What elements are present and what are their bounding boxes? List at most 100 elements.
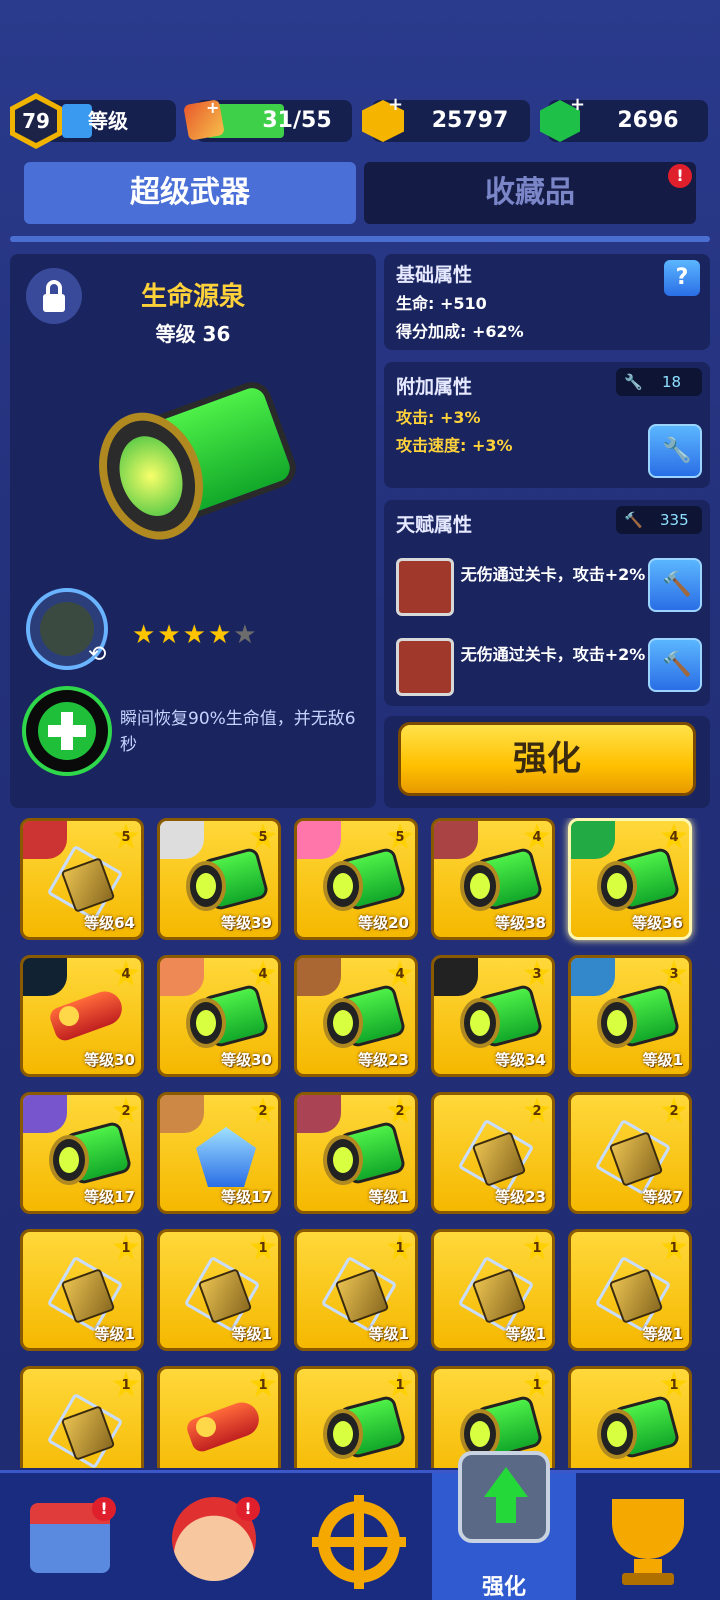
- reroll-wrench-button[interactable]: 🔧: [648, 424, 702, 478]
- card-level: 等级23: [358, 1051, 409, 1069]
- energy-add-icon[interactable]: +: [206, 98, 219, 117]
- card-level: 等级30: [84, 1051, 135, 1069]
- extra-attrs-count-pill: 🔧 18: [616, 368, 702, 396]
- blaster-icon: [593, 1118, 677, 1196]
- canister-icon: [319, 846, 407, 915]
- card-level: 等级1: [505, 1325, 546, 1343]
- extra-attrs-count: 18: [662, 373, 682, 391]
- weapon-card[interactable]: 3 等级34: [431, 955, 555, 1077]
- nav-play[interactable]: [288, 1473, 432, 1600]
- weapon-card[interactable]: 4 等级38: [431, 818, 555, 940]
- star-count-icon: 2: [387, 1097, 413, 1123]
- star-count-icon: 4: [661, 823, 687, 849]
- blaster-icon: [45, 1392, 129, 1468]
- card-level: 等级36: [632, 914, 683, 932]
- upgrade-button-label: 强化: [513, 739, 581, 779]
- weapon-card[interactable]: 1 等级1: [568, 1229, 692, 1351]
- swap-icon[interactable]: ⟲: [88, 642, 106, 667]
- card-level: 等级1: [642, 1051, 683, 1069]
- base-attr-score: 得分加成: +62%: [396, 322, 524, 341]
- card-level: 等级1: [231, 1325, 272, 1343]
- upgrade-button[interactable]: 强化: [398, 722, 696, 796]
- weapon-card[interactable]: 5 等级39: [157, 818, 281, 940]
- weapon-card[interactable]: 5 等级64: [20, 818, 144, 940]
- weapon-panel: 生命源泉 等级 36 ⟲ ★★★★★ 瞬间恢复90%生命值，并无敌6秒: [10, 254, 376, 808]
- tab-underline: [10, 236, 710, 242]
- card-level: 等级17: [221, 1188, 272, 1206]
- weapon-card[interactable]: 1: [568, 1366, 692, 1468]
- star-count-icon: 3: [661, 960, 687, 986]
- card-level: 等级20: [358, 914, 409, 932]
- blaster-icon: [319, 1255, 403, 1333]
- card-level: 等级23: [495, 1188, 546, 1206]
- weapon-name: 生命源泉: [140, 282, 245, 312]
- hammer-button-icon: 🔨: [662, 650, 692, 678]
- talent-icon: [396, 558, 454, 616]
- upgrade-arrow-icon: [458, 1451, 550, 1543]
- blaster-icon: [45, 1255, 129, 1333]
- nav-trophy[interactable]: [576, 1473, 720, 1600]
- weapon-card[interactable]: 2 等级17: [20, 1092, 144, 1214]
- hammer-button-icon: 🔨: [662, 570, 692, 598]
- weapon-card[interactable]: 4 等级23: [294, 955, 418, 1077]
- tab-collectibles-label: 收藏品: [485, 175, 575, 210]
- card-level: 等级1: [368, 1188, 409, 1206]
- star-icon: ★: [233, 620, 257, 650]
- star-icon: ★: [132, 620, 156, 650]
- skill-icon: [22, 686, 112, 776]
- nav-shop[interactable]: !: [0, 1473, 144, 1600]
- weapon-card[interactable]: 2 等级17: [157, 1092, 281, 1214]
- blaster-icon: [45, 844, 129, 922]
- talent-icon: [396, 638, 454, 696]
- talent-attrs-panel: 天赋属性 🔨 335 无伤通过关卡，攻击+2% 🔨 无伤通过关卡，攻击+2% 🔨: [384, 500, 710, 706]
- weapon-card[interactable]: 2 等级7: [568, 1092, 692, 1214]
- star-count-icon: 5: [113, 823, 139, 849]
- extra-attrs-panel: 附加属性 🔧 18 攻击: +3% 攻击速度: +3% 🔧: [384, 362, 710, 488]
- tab-super-weapon[interactable]: 超级武器: [24, 162, 356, 224]
- weapon-card[interactable]: 4 等级36: [568, 818, 692, 940]
- weapon-card[interactable]: 3 等级1: [568, 955, 692, 1077]
- notification-badge: !: [92, 1497, 116, 1521]
- star-count-icon: 4: [113, 960, 139, 986]
- weapon-card[interactable]: 1 等级1: [20, 1229, 144, 1351]
- card-level: 等级1: [368, 1325, 409, 1343]
- extra-attrs-title: 附加属性: [396, 376, 473, 398]
- nav-heroes[interactable]: !: [144, 1473, 288, 1600]
- star-count-icon: 1: [387, 1371, 413, 1397]
- weapon-card[interactable]: 1: [294, 1366, 418, 1468]
- canister-icon: [45, 1120, 133, 1189]
- card-level: 等级30: [221, 1051, 272, 1069]
- star-count-icon: 1: [661, 1371, 687, 1397]
- weapon-card[interactable]: 1: [157, 1366, 281, 1468]
- weapon-card[interactable]: 2 等级1: [294, 1092, 418, 1214]
- weapon-card[interactable]: 1 等级1: [431, 1229, 555, 1351]
- weapon-card[interactable]: 4 等级30: [20, 955, 144, 1077]
- wrench-button-icon: 🔧: [662, 436, 692, 464]
- weapon-card[interactable]: 1: [20, 1366, 144, 1468]
- talent-hammer-button[interactable]: 🔨: [648, 558, 702, 612]
- help-icon: ?: [675, 265, 689, 290]
- nav-upgrade[interactable]: 强化: [432, 1451, 576, 1600]
- skill-description: 瞬间恢复90%生命值，并无敌6秒: [120, 709, 356, 755]
- star-icon: ★: [207, 620, 232, 650]
- gold-add-icon[interactable]: +: [388, 94, 403, 115]
- star-count-icon: 3: [524, 960, 550, 986]
- card-level: 等级38: [495, 914, 546, 932]
- gem-add-icon[interactable]: +: [570, 94, 585, 115]
- weapon-card[interactable]: 2 等级23: [431, 1092, 555, 1214]
- canister-icon: [319, 983, 407, 1052]
- weapon-card[interactable]: 5 等级20: [294, 818, 418, 940]
- weapon-card[interactable]: 1 等级1: [157, 1229, 281, 1351]
- star-count-icon: 1: [661, 1234, 687, 1260]
- weapon-card[interactable]: 4 等级30: [157, 955, 281, 1077]
- star-count-icon: 2: [661, 1097, 687, 1123]
- help-button[interactable]: ?: [664, 260, 700, 296]
- canister-icon: [319, 1394, 407, 1463]
- blaster-icon: [593, 1255, 677, 1333]
- talent-hammer-button[interactable]: 🔨: [648, 638, 702, 692]
- weapon-card[interactable]: 1 等级1: [294, 1229, 418, 1351]
- bottom-nav: ! ! 强化: [0, 1451, 720, 1600]
- card-level: 等级7: [642, 1188, 683, 1206]
- tab-collectibles[interactable]: 收藏品: [364, 162, 696, 224]
- card-level: 等级64: [84, 914, 135, 932]
